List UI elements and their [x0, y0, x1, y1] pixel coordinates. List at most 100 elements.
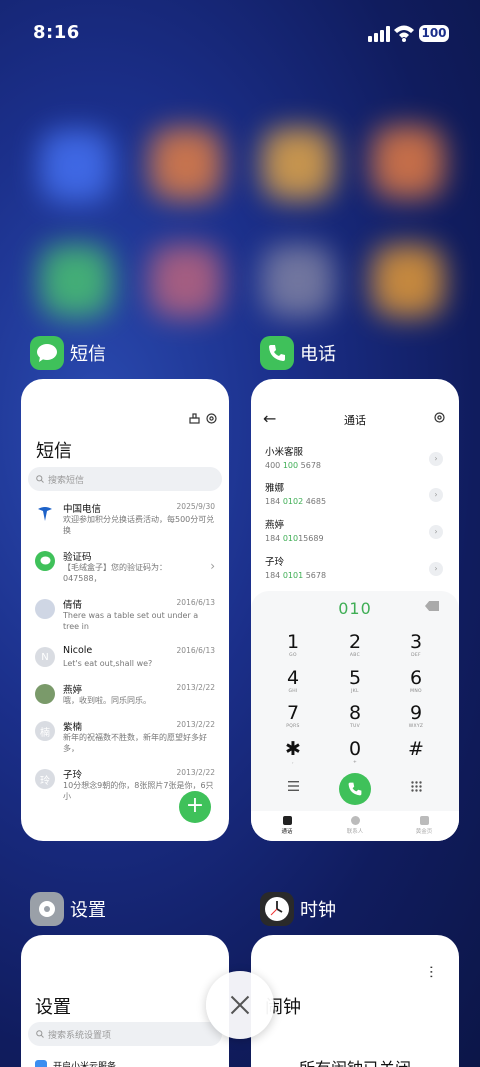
- avatar: 玲: [35, 769, 55, 789]
- bottom-nav: 通话 联系人 黄金页: [251, 811, 459, 841]
- dial-key-hash[interactable]: #: [386, 738, 446, 766]
- chevron-right-icon[interactable]: ›: [429, 488, 443, 502]
- dial-key-2[interactable]: 2 ABC: [325, 631, 385, 659]
- list-item[interactable]: 中国电信 2025/9/30 欢迎参加积分兑换话费活动，每500分可兑换 话费5…: [35, 501, 215, 545]
- signal-icon: [368, 26, 390, 42]
- page-title: 设置: [35, 997, 71, 1018]
- sms-app-header[interactable]: 短信: [30, 336, 106, 370]
- dial-key-5[interactable]: 5 JKL: [325, 667, 385, 695]
- tab-calls[interactable]: 通话: [262, 816, 312, 835]
- chevron-right-icon[interactable]: ›: [429, 562, 443, 576]
- dial-key-7[interactable]: 7 PQRS: [263, 702, 323, 730]
- gear-icon[interactable]: [206, 413, 217, 424]
- search-input[interactable]: 搜索短信: [28, 467, 222, 491]
- sender-name: Nicole: [63, 645, 93, 656]
- list-item[interactable]: 倩倩 2016/6/13 There was a table set out u…: [35, 597, 215, 641]
- keypad-toggle-icon[interactable]: [411, 781, 422, 792]
- dial-key-0[interactable]: 0 +: [325, 738, 385, 766]
- dial-key-star[interactable]: ✱,: [263, 738, 323, 766]
- contact-name: 燕婷: [265, 520, 285, 531]
- empty-state-text: 所有闹钟已关闭: [251, 1055, 459, 1067]
- phone-icon: [348, 782, 362, 796]
- dialpad: 010 1 GO 2 ABC 3 DEF 4 GHI 5 JKL 6 MNO 7 PQRS 8…: [251, 591, 459, 841]
- sms-app-card[interactable]: 短信 搜索短信 中国电信 2025/9/30 欢迎参加积分兑换话费活动，每500…: [21, 379, 229, 841]
- contact-row[interactable]: 子玲 184 0101 5678 ›: [265, 554, 445, 588]
- sender-name: 中国电信: [63, 504, 102, 515]
- settings-app-header[interactable]: 设置: [30, 892, 106, 926]
- clean-icon[interactable]: [189, 413, 200, 424]
- dial-key-1[interactable]: 1 GO: [263, 631, 323, 659]
- search-input[interactable]: 搜索系统设置项: [28, 1022, 222, 1046]
- message-date: 2025/9/30: [176, 502, 215, 511]
- contact-row[interactable]: 燕婷 184 01015689 ›: [265, 517, 445, 551]
- settings-app-name: 设置: [70, 900, 106, 921]
- settings-row-cloud[interactable]: 开启小米云服务: [35, 1059, 116, 1067]
- phone-app-name: 电话: [300, 344, 336, 365]
- status-bar: 8:16 100: [0, 0, 480, 68]
- search-placeholder: 搜索系统设置项: [48, 1030, 112, 1041]
- chevron-right-icon[interactable]: ›: [429, 525, 443, 539]
- status-time: 8:16: [33, 22, 80, 43]
- sender-name: 燕婷: [63, 685, 83, 696]
- message-date: 2016/6/13: [176, 598, 215, 607]
- dial-key-6[interactable]: 6 MNO: [386, 667, 446, 695]
- avatar: [35, 684, 55, 704]
- avatar: [35, 599, 55, 619]
- more-options-icon[interactable]: ⋯: [423, 965, 439, 976]
- message-preview: 欢迎参加积分兑换话费活动，每500分可兑换 话费5元。兑换话费请回复106或jf…: [63, 515, 215, 535]
- battery-indicator: 100: [419, 25, 449, 42]
- new-message-button[interactable]: +: [179, 791, 211, 823]
- menu-icon[interactable]: [288, 781, 299, 791]
- list-item[interactable]: 楠 紫楠 2013/2/22 新年的祝福数不胜数，新年的愿望好多好多， 新年的问…: [35, 719, 215, 763]
- sender-name: 子玲: [63, 770, 83, 781]
- chevron-right-icon: ›: [210, 559, 215, 573]
- clear-all-button[interactable]: [206, 971, 274, 1039]
- wifi-icon: [394, 25, 414, 42]
- search-icon: [36, 475, 44, 483]
- dial-key-8[interactable]: 8 TUV: [325, 702, 385, 730]
- tab-yellow-pages[interactable]: 黄金页: [399, 816, 449, 835]
- contact-name: 雅娜: [265, 483, 285, 494]
- search-placeholder: 搜索短信: [48, 475, 85, 486]
- dial-key-4[interactable]: 4 GHI: [263, 667, 323, 695]
- call-button[interactable]: [339, 773, 371, 805]
- clock-app-name: 时钟: [300, 900, 336, 921]
- phone-app-icon: [260, 336, 294, 370]
- message-date: 2013/2/22: [176, 768, 215, 777]
- message-preview: Let's eat out,shall we?: [63, 659, 153, 668]
- clock-app-header[interactable]: 时钟: [260, 892, 336, 926]
- phone-app-card[interactable]: ← 通话 小米客服 400 100 5678 › 雅娜 184 0102 468…: [251, 379, 459, 841]
- message-preview: 【毛绒盒子】您的验证码为：047588， 请勿泄露于他人！: [63, 563, 167, 583]
- telecom-logo-icon: [35, 503, 55, 523]
- contact-name: 小米客服: [265, 447, 304, 458]
- message-date: 2013/2/22: [176, 683, 215, 692]
- tab-contacts[interactable]: 联系人: [330, 816, 380, 835]
- sender-name: 紫楠: [63, 722, 83, 733]
- message-date: 2016/6/13: [176, 646, 215, 655]
- message-date: 2013/2/22: [176, 720, 215, 729]
- yellow-pages-icon: [419, 816, 429, 825]
- message-preview: 哦，收到啦。同乐同乐。: [63, 696, 151, 705]
- sms-toolbar: [189, 413, 217, 424]
- clock-app-icon: [260, 892, 294, 926]
- settings-app-card[interactable]: 设置 搜索系统设置项 开启小米云服务: [21, 935, 229, 1067]
- avatar: 楠: [35, 721, 55, 741]
- clock-app-card[interactable]: ⋯ 闹钟 所有闹钟已关闭: [251, 935, 459, 1067]
- settings-app-icon: [30, 892, 64, 926]
- contact-number: 184 01015689: [265, 534, 324, 543]
- gear-icon[interactable]: [434, 412, 445, 423]
- contact-row[interactable]: 雅娜 184 0102 4685 ›: [265, 480, 445, 514]
- cloud-icon: [35, 1059, 47, 1067]
- contact-number: 184 0101 5678: [265, 571, 327, 580]
- chevron-right-icon[interactable]: ›: [429, 452, 443, 466]
- chat-bubble-icon: [35, 551, 55, 571]
- list-item[interactable]: 验证码 【毛绒盒子】您的验证码为：047588， 请勿泄露于他人！ ›: [35, 549, 215, 593]
- dial-key-3[interactable]: 3 DEF: [386, 631, 446, 659]
- dial-key-9[interactable]: 9 WXYZ: [386, 702, 446, 730]
- search-icon: [36, 1030, 44, 1038]
- phone-tab-icon: [282, 816, 292, 825]
- page-title: 短信: [36, 441, 72, 462]
- contact-row[interactable]: 小米客服 400 100 5678 ›: [265, 444, 445, 478]
- avatar: N: [35, 647, 55, 667]
- phone-app-header[interactable]: 电话: [260, 336, 336, 370]
